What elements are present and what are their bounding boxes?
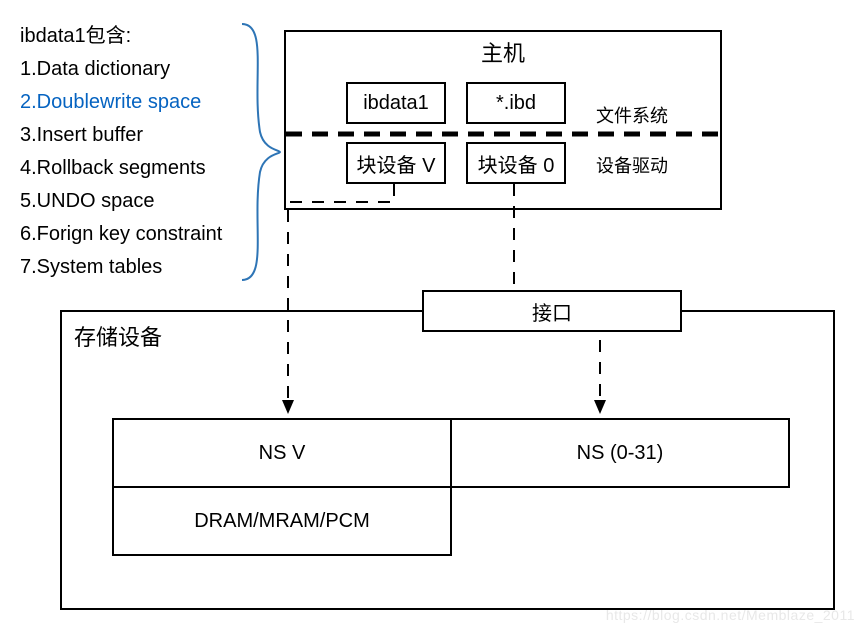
memory-label: DRAM/MRAM/PCM: [194, 510, 370, 533]
list-item: 5.UNDO space: [20, 185, 222, 218]
list-title: ibdata1包含:: [20, 20, 222, 53]
ibdata1-list: ibdata1包含: 1.Data dictionary 2.Doublewri…: [20, 20, 222, 284]
list-item-highlight: 2.Doublewrite space: [20, 86, 222, 119]
storage-title: 存储设备: [74, 320, 162, 352]
interface-label: 接口: [532, 297, 572, 326]
ns-v-label: NS V: [259, 442, 306, 465]
ns-v-box: NS V: [112, 418, 452, 488]
list-item: 1.Data dictionary: [20, 53, 222, 86]
block-device-0-box: 块设备 0: [466, 142, 566, 184]
ibdata1-file-box: ibdata1: [346, 82, 446, 124]
ns-031-label: NS (0-31): [577, 442, 664, 465]
block-device-0-label: 块设备 0: [478, 149, 555, 178]
memory-box: DRAM/MRAM/PCM: [112, 486, 452, 556]
list-item: 4.Rollback segments: [20, 152, 222, 185]
host-box: 主机 ibdata1 块设备 V *.ibd 块设备 0 文件系统 设备驱动: [284, 30, 722, 210]
block-device-v-box: 块设备 V: [346, 142, 446, 184]
ibd-file-box: *.ibd: [466, 82, 566, 124]
block-device-v-label: 块设备 V: [357, 149, 436, 178]
storage-box: 存储设备 接口 NS V DRAM/MRAM/PCM NS (0-31): [60, 310, 835, 610]
dashed-divider: [286, 131, 720, 137]
host-title: 主机: [286, 38, 720, 66]
ibd-label: *.ibd: [496, 92, 536, 115]
fs-label: 文件系统: [596, 102, 668, 128]
ibdata1-label: ibdata1: [363, 92, 429, 115]
list-item: 6.Forign key constraint: [20, 218, 222, 251]
interface-box: 接口: [422, 290, 682, 332]
curly-brace-icon: [238, 22, 282, 282]
ns-031-box: NS (0-31): [450, 418, 790, 488]
list-item: 7.System tables: [20, 251, 222, 284]
driver-label: 设备驱动: [596, 152, 668, 178]
list-item: 3.Insert buffer: [20, 119, 222, 152]
watermark: https://blog.csdn.net/Memblaze_2011: [606, 607, 855, 623]
